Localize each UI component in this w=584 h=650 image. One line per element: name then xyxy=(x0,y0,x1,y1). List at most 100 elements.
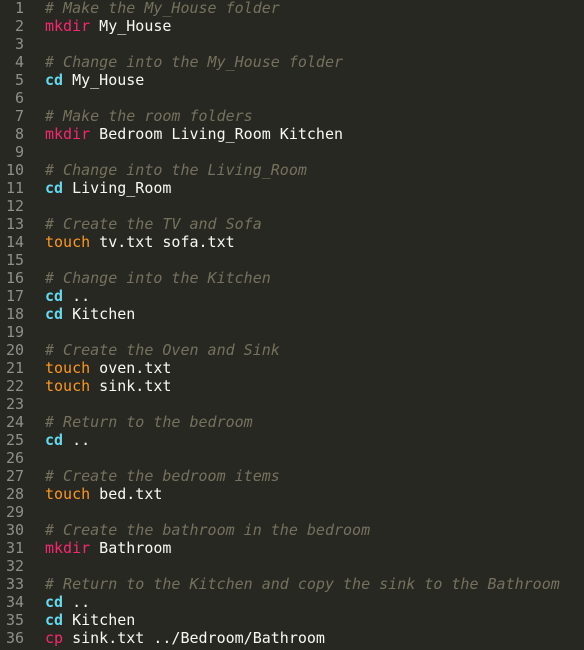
line-content: # Return to the bedroom xyxy=(45,413,253,431)
code-line[interactable]: 30 # Create the bathroom in the bedroom xyxy=(0,521,584,539)
code-comment: # Make the room folders xyxy=(45,107,253,125)
line-content: # Change into the Living_Room xyxy=(45,161,307,179)
code-line[interactable]: 12 xyxy=(0,197,584,215)
code-line[interactable]: 34 cd .. xyxy=(0,593,584,611)
code-line[interactable]: 24 # Return to the bedroom xyxy=(0,413,584,431)
code-comment: # Change into the My_House folder xyxy=(45,53,344,71)
line-number: 21 xyxy=(5,359,24,377)
command-arguments: sink.txt xyxy=(90,377,172,395)
code-line[interactable]: 26 xyxy=(0,449,584,467)
line-content: # Make the My_House folder xyxy=(45,0,280,17)
code-line[interactable]: 25 cd .. xyxy=(0,431,584,449)
line-number: 4 xyxy=(14,53,24,71)
command-keyword: cd xyxy=(45,593,64,611)
line-number: 19 xyxy=(5,323,24,341)
line-content: cd Living_Room xyxy=(45,179,171,197)
line-number: 26 xyxy=(5,449,24,467)
line-number: 32 xyxy=(5,557,24,575)
code-line[interactable]: 3 xyxy=(0,35,584,53)
code-line[interactable]: 33 # Return to the Kitchen and copy the s… xyxy=(0,575,584,593)
line-number: 25 xyxy=(5,431,24,449)
code-line[interactable]: 13 # Create the TV and Sofa xyxy=(0,215,584,233)
line-number: 13 xyxy=(5,215,24,233)
command-keyword: mkdir xyxy=(45,539,91,557)
line-content: # Create the TV and Sofa xyxy=(45,215,262,233)
command-keyword: touch xyxy=(45,359,91,377)
code-line[interactable]: 7 # Make the room folders xyxy=(0,107,584,125)
code-line[interactable]: 2 mkdir My_House xyxy=(0,17,584,35)
code-line[interactable]: 22 touch sink.txt xyxy=(0,377,584,395)
code-line[interactable]: 11 cd Living_Room xyxy=(0,179,584,197)
code-line[interactable]: 27 # Create the bedroom items xyxy=(0,467,584,485)
code-line[interactable]: 5 cd My_House xyxy=(0,71,584,89)
line-content: cd .. xyxy=(45,431,90,449)
code-line[interactable]: 31 mkdir Bathroom xyxy=(0,539,584,557)
line-number: 3 xyxy=(14,35,24,53)
command-keyword: cp xyxy=(45,629,64,647)
line-content: cp sink.txt ../Bedroom/Bathroom xyxy=(45,629,325,647)
line-content: touch bed.txt xyxy=(45,485,162,503)
line-number: 5 xyxy=(14,71,24,89)
code-line[interactable]: 17 cd .. xyxy=(0,287,584,305)
line-number: 30 xyxy=(5,521,24,539)
line-number: 22 xyxy=(5,377,24,395)
line-number: 12 xyxy=(5,197,24,215)
code-editor[interactable]: 1 # Make the My_House folder 2 mkdir My_Hou… xyxy=(0,0,584,650)
code-comment: # Make the My_House folder xyxy=(45,0,280,17)
code-line[interactable]: 4 # Change into the My_House folder xyxy=(0,53,584,71)
command-keyword: touch xyxy=(45,233,91,251)
command-arguments: .. xyxy=(63,593,91,611)
line-content: # Change into the Kitchen xyxy=(45,269,271,287)
code-line[interactable]: 6 xyxy=(0,89,584,107)
line-number: 1 xyxy=(14,0,24,17)
line-content: # Change into the My_House folder xyxy=(45,53,343,71)
code-line[interactable]: 32 xyxy=(0,557,584,575)
line-number: 31 xyxy=(5,539,24,557)
code-comment: # Return to the Kitchen and copy the sin… xyxy=(45,575,560,593)
line-number: 20 xyxy=(5,341,24,359)
command-keyword: touch xyxy=(45,377,91,395)
code-line[interactable]: 14 touch tv.txt sofa.txt xyxy=(0,233,584,251)
code-line[interactable]: 35 cd Kitchen xyxy=(0,611,584,629)
code-line[interactable]: 36 cp sink.txt ../Bedroom/Bathroom xyxy=(0,629,584,647)
code-line[interactable]: 8 mkdir Bedroom Living_Room Kitchen xyxy=(0,125,584,143)
line-number: 24 xyxy=(5,413,24,431)
line-number: 27 xyxy=(5,467,24,485)
code-line[interactable]: 20 # Create the Oven and Sink xyxy=(0,341,584,359)
command-keyword: cd xyxy=(45,431,64,449)
code-line[interactable]: 16 # Change into the Kitchen xyxy=(0,269,584,287)
code-line[interactable]: 29 xyxy=(0,503,584,521)
line-content: # Return to the Kitchen and copy the sin… xyxy=(45,575,560,593)
line-number: 28 xyxy=(5,485,24,503)
line-number: 33 xyxy=(5,575,24,593)
command-keyword: cd xyxy=(45,611,64,629)
line-content: cd My_House xyxy=(45,71,144,89)
line-number: 29 xyxy=(5,503,24,521)
code-comment: # Create the TV and Sofa xyxy=(45,215,262,233)
code-line[interactable]: 15 xyxy=(0,251,584,269)
code-line[interactable]: 28 touch bed.txt xyxy=(0,485,584,503)
code-line[interactable]: 10 # Change into the Living_Room xyxy=(0,161,584,179)
code-line[interactable]: 1 # Make the My_House folder xyxy=(0,0,584,17)
command-keyword: mkdir xyxy=(45,17,91,35)
line-content: # Create the bedroom items xyxy=(45,467,280,485)
command-arguments: .. xyxy=(63,287,91,305)
line-number: 16 xyxy=(5,269,24,287)
line-number: 14 xyxy=(5,233,24,251)
code-line[interactable]: 19 xyxy=(0,323,584,341)
command-arguments: Kitchen xyxy=(63,611,136,629)
line-number: 11 xyxy=(5,179,24,197)
line-content: touch sink.txt xyxy=(45,377,171,395)
line-content: mkdir Bedroom Living_Room Kitchen xyxy=(45,125,343,143)
code-line[interactable]: 18 cd Kitchen xyxy=(0,305,584,323)
code-line[interactable]: 21 touch oven.txt xyxy=(0,359,584,377)
line-number: 18 xyxy=(5,305,24,323)
code-line[interactable]: 9 xyxy=(0,143,584,161)
line-number: 9 xyxy=(14,143,24,161)
command-arguments: tv.txt sofa.txt xyxy=(90,233,235,251)
code-line[interactable]: 23 xyxy=(0,395,584,413)
line-number: 15 xyxy=(5,251,24,269)
line-number: 8 xyxy=(14,125,24,143)
command-keyword: cd xyxy=(45,179,64,197)
code-comment: # Change into the Living_Room xyxy=(45,161,307,179)
